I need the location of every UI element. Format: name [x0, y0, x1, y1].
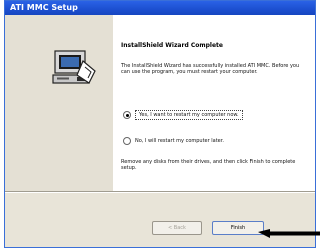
installer-computer-icon: [52, 50, 96, 84]
radio-button-selected[interactable]: [123, 111, 131, 119]
title-bar: ATI MMC Setup: [5, 1, 315, 15]
left-panel: [5, 15, 113, 191]
restart-now-label: Yes, I want to restart my computer now.: [135, 110, 243, 120]
radio-button-unselected[interactable]: [123, 137, 131, 145]
window-title: ATI MMC Setup: [10, 3, 78, 12]
footer-separator: [5, 191, 315, 193]
restart-later-label: No, I will restart my computer later.: [135, 138, 224, 144]
restart-now-option[interactable]: Yes, I want to restart my computer now.: [123, 110, 243, 120]
setup-window: ATI MMC Setup InstallShield Wizard Compl…: [4, 0, 316, 248]
wizard-heading: InstallShield Wizard Complete: [121, 42, 223, 49]
back-button[interactable]: < Back: [152, 221, 202, 235]
arrow-pointer-icon: [258, 229, 320, 238]
wizard-footer-text: Remove any disks from their drives, and …: [121, 159, 296, 171]
restart-later-option[interactable]: No, I will restart my computer later.: [123, 137, 224, 145]
wizard-body-text: The InstallShield Wizard has successfull…: [121, 63, 300, 75]
content-panel: InstallShield Wizard Complete The Instal…: [113, 15, 315, 191]
finish-button[interactable]: Finish: [212, 221, 264, 235]
